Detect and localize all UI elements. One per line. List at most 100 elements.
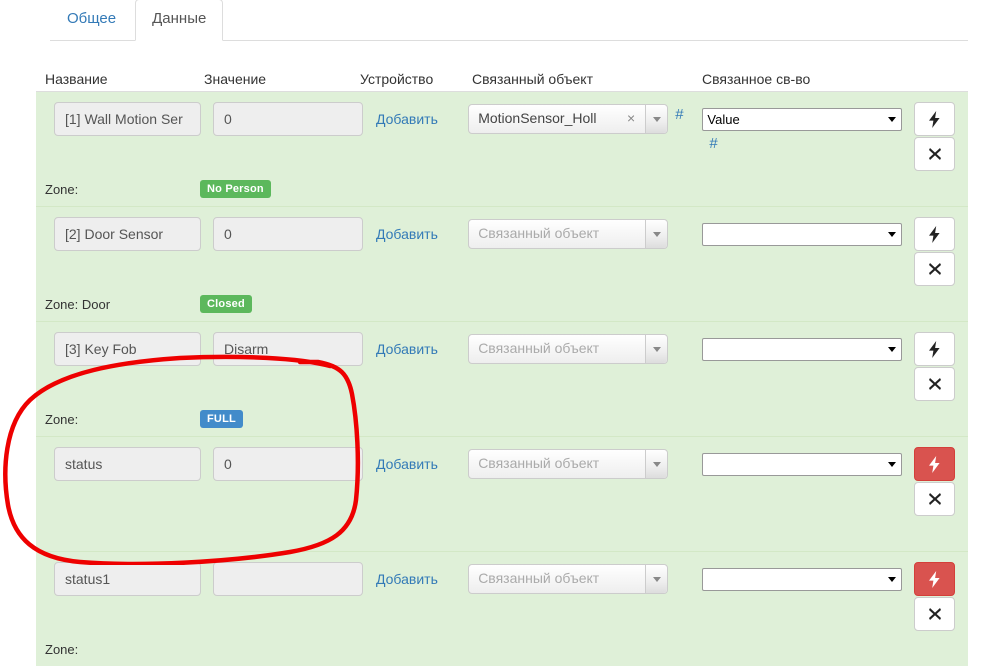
linked-object-select[interactable]: MotionSensor_Holl × — [468, 104, 669, 134]
device-cell: Добавить — [363, 332, 446, 366]
row-actions — [914, 562, 968, 632]
table-row: Добавить Связанный объект Zone: — [36, 551, 968, 666]
linked-property-select-wrap: Value — [702, 102, 903, 131]
value-input[interactable] — [213, 102, 363, 136]
device-cell: Добавить — [363, 562, 446, 596]
linked-property-select[interactable] — [702, 223, 903, 246]
lightning-button[interactable] — [914, 217, 956, 251]
name-input[interactable] — [54, 562, 201, 596]
name-cell — [36, 562, 201, 596]
column-header-device: Устройство — [360, 71, 434, 87]
row-actions — [914, 102, 968, 172]
delete-button[interactable] — [914, 252, 956, 286]
row-main-line: Добавить MotionSensor_Holl × # Value # — [36, 92, 968, 172]
column-header-linked-property: Связанное св-во — [702, 71, 811, 87]
close-icon — [928, 493, 941, 505]
linked-object-text: Связанный объект — [478, 455, 600, 471]
linked-object-cell: MotionSensor_Holl × # — [446, 102, 685, 134]
linked-property-select-wrap — [702, 447, 903, 476]
chevron-down-icon[interactable] — [645, 335, 668, 363]
lightning-bolt-icon — [929, 110, 940, 128]
linked-object-cell: Связанный объект — [446, 447, 685, 479]
delete-button[interactable] — [914, 597, 956, 631]
chevron-down-icon[interactable] — [645, 220, 668, 248]
chevron-down-icon[interactable] — [645, 565, 668, 593]
table-body: Добавить MotionSensor_Holl × # Value # Zone: No… — [36, 92, 968, 666]
linked-property-select-wrap — [702, 332, 903, 361]
value-cell — [201, 447, 363, 481]
value-cell — [201, 217, 363, 251]
close-icon — [928, 378, 941, 390]
lightning-button[interactable] — [914, 332, 956, 366]
name-cell — [36, 102, 201, 136]
device-cell: Добавить — [363, 447, 446, 481]
add-device-link[interactable]: Добавить — [376, 447, 438, 481]
value-input[interactable] — [213, 332, 363, 366]
linked-property-select[interactable] — [702, 338, 903, 361]
delete-button[interactable] — [914, 482, 956, 516]
value-cell — [201, 332, 363, 366]
tab-general[interactable]: Общее — [50, 0, 133, 41]
linked-object-text: Связанный объект — [478, 340, 600, 356]
linked-object-select[interactable]: Связанный объект — [468, 219, 669, 249]
linked-object-text: Связанный объект — [478, 570, 600, 586]
name-input[interactable] — [54, 332, 201, 366]
lightning-bolt-icon — [929, 225, 940, 243]
linked-object-cell: Связанный объект — [446, 217, 685, 249]
name-input[interactable] — [54, 102, 201, 136]
column-header-value: Значение — [204, 71, 267, 87]
linked-property-cell — [685, 562, 910, 591]
lightning-button[interactable] — [914, 102, 956, 136]
linked-property-select[interactable]: Value — [702, 108, 903, 131]
linked-object-hash-link[interactable]: # — [675, 106, 683, 123]
chevron-down-icon[interactable] — [645, 450, 668, 478]
lightning-bolt-icon — [929, 455, 940, 473]
add-device-link[interactable]: Добавить — [376, 332, 438, 366]
name-input[interactable] — [54, 447, 201, 481]
clear-linked-object-icon[interactable]: × — [627, 110, 635, 127]
row-actions — [914, 332, 968, 402]
linked-object-select[interactable]: Связанный объект — [468, 334, 669, 364]
tab-data[interactable]: Данные — [135, 0, 224, 41]
linked-property-select-wrap — [702, 217, 903, 246]
chevron-down-icon[interactable] — [645, 105, 668, 133]
zone-label: Zone: Door — [45, 296, 111, 312]
lightning-button[interactable] — [914, 562, 956, 596]
value-input[interactable] — [213, 562, 363, 596]
lightning-bolt-icon — [929, 570, 940, 588]
close-icon — [928, 263, 941, 275]
status-badge: No Person — [200, 180, 271, 198]
delete-button[interactable] — [914, 367, 956, 401]
value-cell — [201, 102, 363, 136]
add-device-link[interactable]: Добавить — [376, 217, 438, 251]
data-table: Название Значение Устройство Связанный о… — [36, 58, 968, 666]
linked-property-hash-link[interactable]: # — [709, 135, 717, 152]
linked-property-cell — [685, 217, 910, 246]
table-row: Добавить Связанный объект Zone: Door Closed — [36, 206, 968, 321]
linked-object-cell: Связанный объект — [446, 562, 685, 594]
row-zone-line: Zone: No Person — [36, 172, 968, 206]
linked-object-text: Связанный объект — [478, 225, 600, 241]
table-row: Добавить Связанный объект — [36, 436, 968, 551]
tab-list: Общее Данные — [50, 0, 225, 41]
linked-property-cell — [685, 332, 910, 361]
zone-label: Zone: — [45, 641, 79, 657]
value-input[interactable] — [213, 217, 363, 251]
row-actions — [914, 447, 968, 517]
linked-property-select[interactable] — [702, 568, 903, 591]
linked-property-select[interactable] — [702, 453, 903, 476]
row-main-line: Добавить Связанный объект — [36, 322, 968, 402]
column-header-linked-object: Связанный объект — [472, 71, 593, 87]
linked-object-select[interactable]: Связанный объект — [468, 564, 669, 594]
status-badge: FULL — [200, 410, 243, 428]
row-zone-line: Zone: — [36, 632, 968, 666]
lightning-button[interactable] — [914, 447, 956, 481]
row-zone-line: Zone: FULL — [36, 402, 968, 436]
add-device-link[interactable]: Добавить — [376, 562, 438, 596]
close-icon — [928, 148, 941, 160]
name-input[interactable] — [54, 217, 201, 251]
value-input[interactable] — [213, 447, 363, 481]
delete-button[interactable] — [914, 137, 956, 171]
add-device-link[interactable]: Добавить — [376, 102, 438, 136]
linked-object-select[interactable]: Связанный объект — [468, 449, 669, 479]
